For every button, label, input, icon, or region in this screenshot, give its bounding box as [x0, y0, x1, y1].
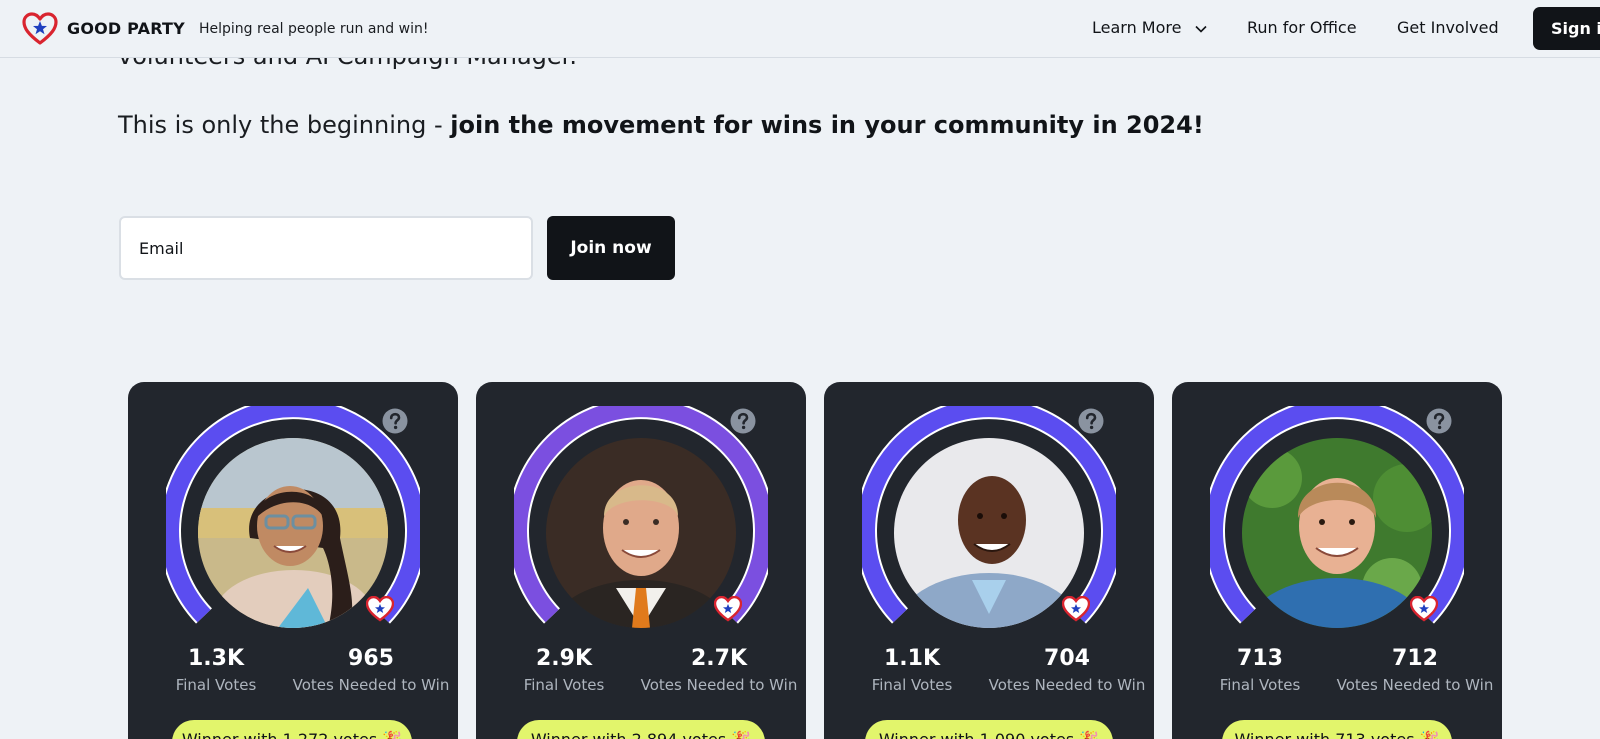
- votes-needed-label: Votes Needed to Win: [1336, 676, 1494, 694]
- final-votes-label: Final Votes: [175, 676, 257, 694]
- nav-run-for-office[interactable]: Run for Office: [1247, 18, 1357, 37]
- chevron-down-icon: [1194, 25, 1207, 33]
- winner-badge: Winner with 1,272 votes 🎉: [172, 720, 412, 739]
- final-votes-label: Final Votes: [523, 676, 605, 694]
- heart-star-badge-icon: [366, 596, 394, 622]
- winner-badge: Winner with 713 votes 🎉: [1222, 720, 1452, 739]
- question-circle-icon[interactable]: [382, 408, 408, 434]
- candidate-card: 713 Final Votes 712 Votes Needed to Win …: [1172, 382, 1502, 739]
- question-circle-icon[interactable]: [1078, 408, 1104, 434]
- candidate-card: 1.1K Final Votes 704 Votes Needed to Win…: [824, 382, 1154, 739]
- candidate-photo: [198, 438, 388, 628]
- votes-needed-label: Votes Needed to Win: [988, 676, 1146, 694]
- heart-star-badge-icon: [1062, 596, 1090, 622]
- heart-star-badge-icon: [714, 596, 742, 622]
- intro-beginning-bold: join the movement for wins in your commu…: [450, 111, 1204, 139]
- question-circle-icon[interactable]: [1426, 408, 1452, 434]
- final-votes-label: Final Votes: [871, 676, 953, 694]
- question-circle-icon[interactable]: [730, 408, 756, 434]
- site-header: GOOD PARTY Helping real people run and w…: [0, 0, 1600, 58]
- votes-needed-value: 704: [1044, 646, 1090, 671]
- winner-badge: Winner with 2,894 votes 🎉: [517, 720, 765, 739]
- sign-in-button[interactable]: Sign in: [1533, 7, 1600, 50]
- email-input[interactable]: [119, 216, 533, 280]
- join-now-button[interactable]: Join now: [547, 216, 675, 280]
- tagline: Helping real people run and win!: [199, 21, 429, 37]
- winner-badge: Winner with 1,090 votes 🎉: [865, 720, 1113, 739]
- votes-needed-label: Votes Needed to Win: [640, 676, 798, 694]
- brand-name[interactable]: GOOD PARTY: [67, 19, 185, 38]
- votes-needed-value: 965: [348, 646, 394, 671]
- nav-get-involved[interactable]: Get Involved: [1397, 18, 1499, 37]
- intro-beginning-regular: This is only the beginning -: [118, 111, 451, 139]
- nav-learn-more[interactable]: Learn More: [1092, 18, 1207, 37]
- heart-star-icon[interactable]: [22, 12, 58, 46]
- heart-star-badge-icon: [1410, 596, 1438, 622]
- candidate-photo: [894, 438, 1084, 628]
- candidate-photo: [1242, 438, 1432, 628]
- final-votes-label: Final Votes: [1219, 676, 1301, 694]
- final-votes-value: 2.9K: [535, 646, 593, 671]
- final-votes-value: 1.1K: [883, 646, 941, 671]
- votes-needed-value: 712: [1392, 646, 1438, 671]
- final-votes-value: 713: [1237, 646, 1283, 671]
- candidate-photo: [546, 438, 736, 628]
- final-votes-value: 1.3K: [187, 646, 245, 671]
- votes-needed-value: 2.7K: [690, 646, 748, 671]
- intro-beginning: This is only the beginning - join the mo…: [118, 111, 1204, 139]
- votes-needed-label: Votes Needed to Win: [292, 676, 450, 694]
- nav-learn-more-label: Learn More: [1092, 18, 1182, 37]
- candidate-card: 1.3K Final Votes 965 Votes Needed to Win…: [128, 382, 458, 739]
- candidate-card: 2.9K Final Votes 2.7K Votes Needed to Wi…: [476, 382, 806, 739]
